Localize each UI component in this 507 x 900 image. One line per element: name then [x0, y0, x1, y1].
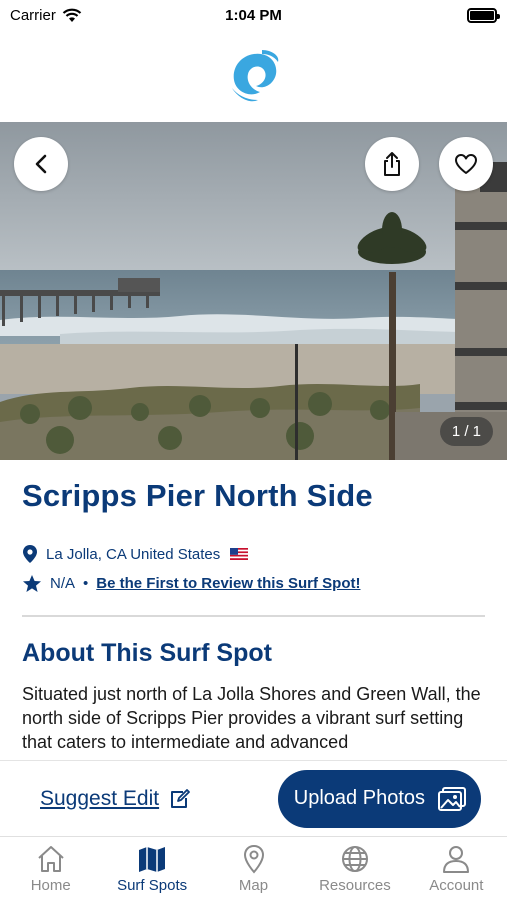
- about-heading: About This Surf Spot: [22, 639, 272, 667]
- map-pin-icon: [243, 844, 264, 874]
- app-header: [0, 30, 507, 122]
- tab-bar: Home Surf Spots Map Resources Account: [0, 836, 507, 900]
- battery-icon: [467, 7, 500, 23]
- location-row: La Jolla, CA United States: [22, 544, 485, 564]
- wave-swirl-logo-icon: [231, 50, 278, 102]
- star-icon: [23, 575, 41, 592]
- tab-map-label: Map: [238, 877, 269, 894]
- rating-separator: •: [83, 575, 89, 592]
- tab-account-label: Account: [429, 877, 484, 894]
- carrier-label: Carrier: [10, 6, 56, 24]
- person-icon: [443, 846, 470, 873]
- tab-resources[interactable]: Resources: [304, 837, 405, 900]
- rating-value: N/A: [50, 575, 76, 592]
- hero-photo[interactable]: 1 / 1: [0, 122, 507, 460]
- divider: [22, 615, 485, 617]
- upload-photos-button[interactable]: Upload Photos: [277, 769, 481, 828]
- tab-home-label: Home: [30, 877, 71, 894]
- back-icon: [35, 154, 47, 174]
- tab-map[interactable]: Map: [203, 837, 304, 900]
- globe-icon: [341, 846, 368, 872]
- edit-icon: [171, 788, 190, 808]
- heart-icon: [455, 154, 477, 174]
- tab-surf-spots-label: Surf Spots: [117, 877, 188, 894]
- location-pin-icon: [23, 545, 37, 563]
- tab-home[interactable]: Home: [0, 837, 101, 900]
- suggest-edit-button[interactable]: Suggest Edit: [40, 787, 191, 811]
- photos-icon: [438, 786, 466, 811]
- us-flag-icon: [230, 548, 249, 560]
- location-text: La Jolla, CA United States: [46, 545, 221, 563]
- spot-details: Scripps Pier North Side La Jolla, CA Uni…: [0, 460, 507, 760]
- tab-account[interactable]: Account: [406, 837, 507, 900]
- photo-counter: 1 / 1: [439, 417, 493, 446]
- about-description: Situated just north of La Jolla Shores a…: [22, 684, 481, 752]
- status-bar: Carrier 1:04 PM: [0, 0, 507, 30]
- action-bar: Suggest Edit Upload Photos: [0, 760, 507, 836]
- favorite-button[interactable]: [439, 137, 493, 191]
- share-icon: [384, 152, 400, 176]
- suggest-edit-label: Suggest Edit: [40, 786, 160, 810]
- first-review-link[interactable]: Be the First to Review this Surf Spot!: [96, 575, 360, 592]
- share-button[interactable]: [365, 137, 419, 191]
- map-folded-icon: [139, 847, 166, 872]
- tab-surf-spots[interactable]: Surf Spots: [101, 837, 202, 900]
- surf-spot-photo: [0, 122, 507, 460]
- home-icon: [38, 846, 64, 872]
- upload-photos-label: Upload Photos: [293, 787, 425, 809]
- wifi-icon: [62, 8, 82, 22]
- rating-row: N/A • Be the First to Review this Surf S…: [22, 574, 485, 593]
- back-button[interactable]: [14, 137, 68, 191]
- tab-resources-label: Resources: [319, 877, 391, 894]
- spot-title: Scripps Pier North Side: [22, 478, 373, 513]
- status-left: Carrier: [10, 7, 82, 24]
